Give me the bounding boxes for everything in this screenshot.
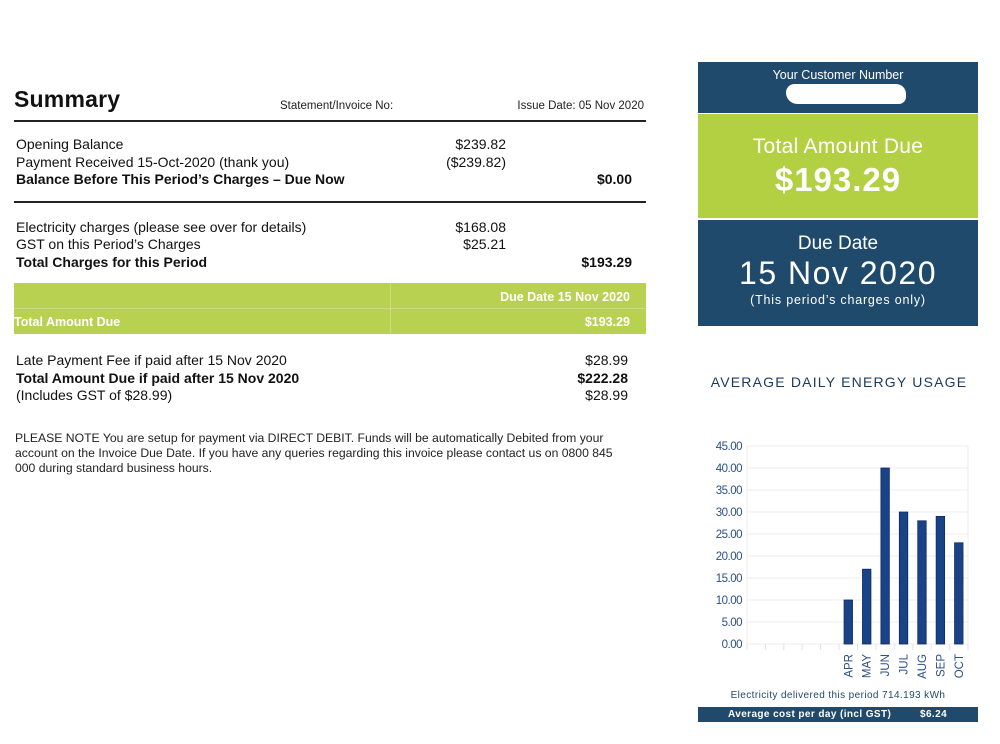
electricity-delivered: Electricity delivered this period 714.19…: [730, 690, 946, 701]
row-label: Late Payment Fee if paid after 15 Nov 20…: [16, 352, 287, 368]
customer-number-box: Your Customer Number: [698, 62, 978, 113]
x-tick-label: OCT: [954, 654, 966, 678]
bar-oct: [954, 542, 964, 645]
redacted-customer-number: [786, 84, 906, 104]
row-label: Total Amount Due if paid after 15 Nov 20…: [16, 369, 300, 386]
y-tick-label: 0.00: [722, 639, 742, 651]
band-total-label: Total Amount Due: [14, 315, 121, 329]
energy-usage-chart: 0.00 5.00 10.00 15.00 20.00 25.00 30.00 35.00 40…: [698, 436, 988, 686]
total-amount-due-value: $193.29: [774, 161, 902, 198]
row-label: GST on this Period’s Charges: [16, 236, 201, 252]
statement-invoice-label: Statement/Invoice No:: [280, 100, 394, 112]
charge-row: Electricity charges (please see over for…: [16, 219, 646, 237]
average-cost-value: $6.24: [920, 709, 948, 720]
row-amount: $28.99: [585, 352, 628, 368]
total-amount-due-label: Total Amount Due: [752, 135, 924, 158]
late-payment-block: Late Payment Fee if paid after 15 Nov 20…: [16, 352, 634, 405]
chart-svg: 0.00 5.00 10.00 15.00 20.00 25.00 30.00 35.00 40…: [716, 441, 969, 679]
bar-jul: [898, 511, 909, 645]
customer-number-label: Your Customer Number: [772, 68, 904, 82]
summary-section: Summary Statement/Invoice No: Issue Date…: [14, 86, 646, 289]
y-tick-label: 5.00: [722, 617, 742, 629]
y-tick-label: 45.00: [716, 441, 742, 453]
band-divider: [14, 308, 646, 309]
average-cost-bar: Average cost per day (incl GST) $6.24: [698, 707, 978, 722]
row-subamount: $168.08: [455, 218, 506, 235]
direct-debit-note: PLEASE NOTE You are setup for payment vi…: [15, 431, 613, 476]
x-tick-label: APR: [843, 654, 855, 678]
total-due-band: Due Date 15 Nov 2020 Total Amount Due $1…: [14, 283, 646, 334]
charge-row: GST on this Period’s Charges $25.21: [16, 236, 646, 254]
x-tick-label: MAY: [862, 654, 874, 678]
chart-title: AVERAGE DAILY ENERGY USAGE: [710, 374, 968, 390]
total-amount-due-box: Total Amount Due $193.29: [698, 114, 978, 218]
charges-block: Electricity charges (please see over for…: [14, 203, 646, 289]
y-tick-label: 10.00: [716, 595, 742, 607]
x-tick-label: JUN: [880, 654, 892, 676]
row-amount: $28.99: [585, 387, 628, 403]
x-tick-label: AUG: [917, 654, 929, 679]
y-tick-label: 40.00: [716, 463, 742, 475]
due-date-value: 15 Nov 2020: [739, 255, 937, 291]
due-date-label: Due Date: [797, 233, 879, 254]
x-tick-label: JUL: [899, 653, 911, 674]
bar-aug: [917, 520, 927, 645]
bar-may: [862, 568, 872, 645]
x-tick-label: SEP: [935, 654, 947, 677]
balance-row: Payment Received 15-Oct-2020 (thank you)…: [16, 154, 646, 172]
row-amount: $0.00: [596, 171, 632, 187]
average-cost-label: Average cost per day (incl GST): [728, 709, 892, 720]
late-row: Late Payment Fee if paid after 15 Nov 20…: [16, 352, 634, 370]
balance-block: Opening Balance $239.82 Payment Received…: [14, 122, 646, 201]
y-tick-label: 35.00: [716, 485, 742, 497]
row-subamount: ($239.82): [446, 153, 506, 170]
bar-sep: [935, 516, 946, 645]
row-subamount: $25.21: [463, 236, 506, 252]
issue-date: Issue Date: 05 Nov 2020: [517, 100, 644, 112]
late-row: (Includes GST of $28.99) $28.99: [16, 387, 634, 405]
row-label: Opening Balance: [16, 136, 124, 152]
row-amount: $222.28: [577, 369, 628, 386]
y-tick-label: 30.00: [716, 507, 742, 519]
balance-row: Balance Before This Period’s Charges – D…: [16, 171, 646, 189]
y-tick-label: 20.00: [716, 551, 742, 563]
summary-header: Summary Statement/Invoice No: Issue Date…: [14, 86, 646, 118]
y-tick-label: 25.00: [716, 529, 742, 541]
row-amount: $193.29: [581, 253, 632, 270]
row-label: Balance Before This Period’s Charges – D…: [16, 171, 345, 187]
bar-apr: [843, 599, 853, 645]
bar-jun: [880, 467, 890, 645]
late-row: Total Amount Due if paid after 15 Nov 20…: [16, 370, 634, 388]
balance-row: Opening Balance $239.82: [16, 136, 646, 154]
row-label: Payment Received 15-Oct-2020 (thank you): [16, 153, 290, 170]
row-subamount: $239.82: [455, 136, 506, 152]
row-label: Electricity charges (please see over for…: [16, 218, 307, 235]
band-due-date: Due Date 15 Nov 2020: [500, 290, 630, 304]
due-date-note: (This period’s charges only): [750, 293, 926, 307]
row-label: Total Charges for this Period: [16, 253, 208, 270]
charge-row: Total Charges for this Period $193.29: [16, 254, 646, 272]
summary-title: Summary: [14, 86, 121, 112]
band-total-amount: $193.29: [584, 315, 630, 329]
y-tick-label: 15.00: [716, 573, 742, 585]
due-date-box: Due Date 15 Nov 2020 (This period’s char…: [698, 220, 978, 326]
row-label: (Includes GST of $28.99): [16, 387, 173, 403]
